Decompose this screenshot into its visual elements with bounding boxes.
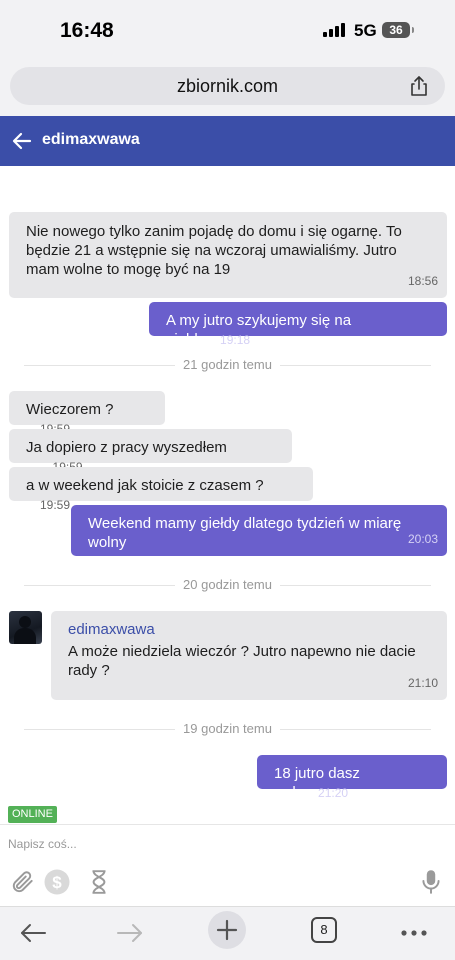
message-composer: $ [0, 824, 455, 906]
online-badge: ONLINE [8, 806, 57, 823]
message-text: A my jutro szykujemy się na giełdę [166, 312, 352, 348]
message-incoming: Ja dopiero z pracy wyszedłem ...19:59 [9, 429, 292, 475]
status-time: 16:48 [60, 19, 114, 42]
message-outgoing: A my jutro szykujemy się na giełdę 19:18 [149, 302, 447, 348]
paperclip-icon[interactable] [10, 869, 36, 895]
message-input[interactable] [8, 837, 408, 851]
browser-toolbar: 8 [0, 906, 455, 960]
message-incoming: edimaxwawa A może niedziela wieczór ? Ju… [51, 611, 447, 700]
time-divider: 19 godzin temu [24, 721, 431, 736]
divider-label: 20 godzin temu [175, 577, 280, 592]
message-outgoing: Weekend mamy giełdy dlatego tydzień w mi… [71, 505, 447, 556]
message-text: Wieczorem ? [26, 401, 114, 418]
message-sender[interactable]: edimaxwawa [68, 620, 417, 639]
browser-top-bar: zbiornik.com [0, 60, 455, 116]
message-outgoing: 18 jutro dasz radę 21:20 [257, 755, 447, 801]
avatar[interactable] [9, 611, 42, 644]
svg-text:$: $ [52, 873, 62, 892]
microphone-icon[interactable] [418, 869, 444, 895]
url-bar[interactable]: zbiornik.com [10, 67, 445, 105]
time-divider: 21 godzin temu [24, 357, 431, 372]
back-arrow-icon[interactable] [10, 129, 34, 153]
chat-title[interactable]: edimaxwawa [42, 131, 140, 149]
message-time: 18:56 [407, 274, 438, 288]
plus-icon [216, 919, 238, 941]
time-divider: 20 godzin temu [24, 577, 431, 592]
message-text: Weekend mamy giełdy dlatego tydzień w mi… [88, 515, 402, 551]
message-time: 19:59 [40, 498, 71, 512]
share-icon[interactable] [407, 74, 431, 98]
divider-label: 21 godzin temu [175, 357, 280, 372]
message-incoming: Nie nowego tylko zanim pojadę do domu i … [9, 212, 447, 298]
message-time: 17:41 [407, 184, 438, 198]
message-text: A może niedziela wieczór ? Jutro napewno… [68, 643, 416, 679]
ellipsis-icon[interactable] [396, 915, 432, 951]
url-text[interactable]: zbiornik.com [10, 76, 445, 97]
new-tab-button[interactable] [208, 911, 246, 949]
message-time: 20:03 [407, 532, 438, 546]
network-type: 5G [354, 21, 377, 40]
signal-icon [323, 23, 347, 37]
message-time: 21:10 [407, 676, 438, 690]
divider-label: 19 godzin temu [175, 721, 280, 736]
arrow-left-icon[interactable] [15, 915, 51, 951]
message-text: a w weekend jak stoicie z czasem ? [26, 477, 264, 494]
arrow-right-icon[interactable] [112, 915, 148, 951]
hourglass-icon[interactable] [86, 869, 112, 895]
message-text: Nie nowego tylko zanim pojadę do domu i … [26, 223, 402, 278]
battery-icon: 36 [382, 22, 414, 38]
message-incoming: a w weekend jak stoicie z czasem ? 19:59 [9, 467, 313, 512]
status-bar: 16:48 5G 36 [0, 0, 455, 60]
message-time: 21:20 [318, 786, 349, 800]
dollar-coin-icon[interactable]: $ [44, 869, 70, 895]
message-incoming: Wieczorem ?19:59 [9, 391, 165, 436]
message-text: nowego wynika [85, 166, 188, 183]
chat-header-overlay: edimaxwawa [0, 116, 455, 166]
tabs-count-button[interactable]: 8 [311, 917, 337, 943]
message-time: 19:18 [220, 333, 251, 347]
